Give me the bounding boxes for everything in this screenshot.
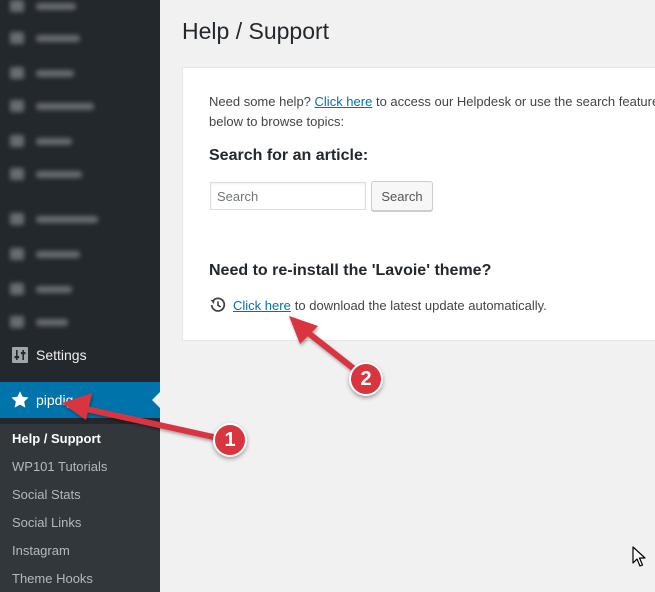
search-heading: Search for an article: xyxy=(209,147,369,164)
search-button[interactable]: Search xyxy=(371,181,433,211)
help-card: Need some help? Click here to access our… xyxy=(182,67,655,341)
search-input[interactable] xyxy=(210,182,366,210)
blurred-menu-item[interactable] xyxy=(10,100,94,112)
annotation-badge-2: 2 xyxy=(349,362,383,396)
mouse-cursor-icon xyxy=(632,546,646,567)
submenu-item-help-support[interactable]: Help / Support xyxy=(12,431,101,446)
annotation-badge-1: 1 xyxy=(213,423,247,457)
reinstall-heading: Need to re-install the 'Lavoie' theme? xyxy=(209,262,492,279)
sidebar-item-settings[interactable]: Settings xyxy=(0,338,160,372)
history-icon xyxy=(209,296,227,314)
submenu-item-social-stats[interactable]: Social Stats xyxy=(12,487,81,502)
blurred-menu-item[interactable] xyxy=(10,213,98,225)
blurred-menu-item[interactable] xyxy=(10,316,68,328)
intro-prefix: Need some help? xyxy=(209,94,311,109)
blurred-menu-item[interactable] xyxy=(10,283,72,295)
settings-sliders-icon xyxy=(10,345,30,365)
blurred-menu-item[interactable] xyxy=(10,135,72,147)
helpdesk-link[interactable]: Click here xyxy=(315,94,373,109)
admin-sidebar: Settings pipdig Help / Support WP101 Tut… xyxy=(0,0,160,592)
blurred-menu-item[interactable] xyxy=(10,248,80,260)
star-icon xyxy=(10,390,30,410)
blurred-menu-item[interactable] xyxy=(10,168,82,180)
submenu-item-instagram[interactable]: Instagram xyxy=(12,543,70,558)
sidebar-item-label: pipdig xyxy=(36,392,74,408)
pipdig-submenu: Help / Support WP101 Tutorials Social St… xyxy=(0,424,160,592)
sidebar-item-label: Settings xyxy=(36,347,87,363)
download-update-link[interactable]: Click here xyxy=(233,298,291,313)
update-suffix: to download the latest update automatica… xyxy=(294,297,547,313)
update-row: Click here to download the latest update… xyxy=(209,296,547,314)
help-intro: Need some help? Click here to access our… xyxy=(209,92,655,132)
blurred-menu-item[interactable] xyxy=(10,67,74,79)
blurred-menu-item[interactable] xyxy=(10,32,80,44)
submenu-item-wp101-tutorials[interactable]: WP101 Tutorials xyxy=(12,459,107,474)
blurred-menu-item[interactable] xyxy=(10,0,76,12)
submenu-item-social-links[interactable]: Social Links xyxy=(12,515,81,530)
sidebar-item-pipdig[interactable]: pipdig xyxy=(0,382,160,418)
page-title: Help / Support xyxy=(182,18,330,44)
submenu-item-theme-hooks[interactable]: Theme Hooks xyxy=(12,571,93,586)
